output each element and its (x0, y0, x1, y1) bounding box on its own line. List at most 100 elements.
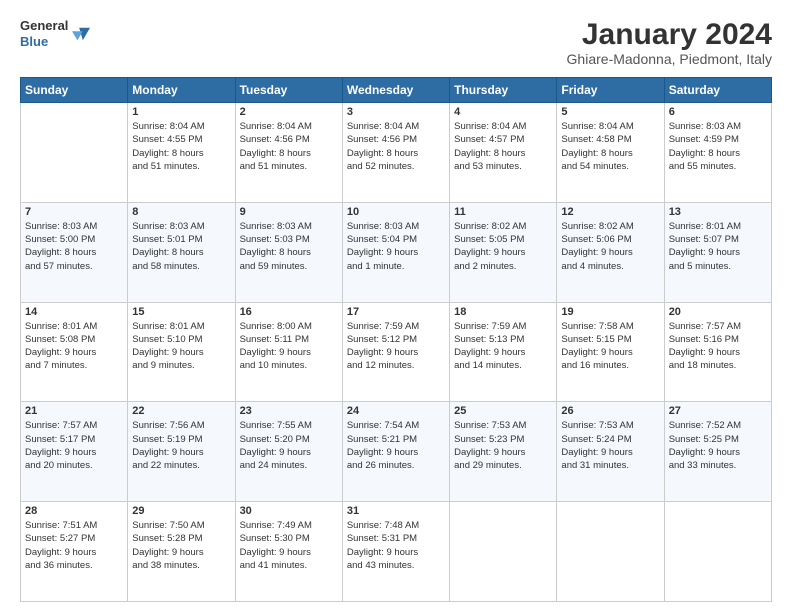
day-info: Sunrise: 8:00 AM Sunset: 5:11 PM Dayligh… (240, 320, 338, 373)
calendar-cell: 12Sunrise: 8:02 AM Sunset: 5:06 PM Dayli… (557, 202, 664, 302)
day-info: Sunrise: 8:03 AM Sunset: 5:03 PM Dayligh… (240, 220, 338, 273)
day-info: Sunrise: 8:03 AM Sunset: 5:04 PM Dayligh… (347, 220, 445, 273)
calendar-week-4: 21 Sunrise: 7:57 AM Sunset: 5:17 PM Dayli… (21, 402, 772, 502)
day-info: Sunrise: 8:03 AM Sunset: 4:59 PM Dayligh… (669, 120, 767, 173)
day-info: Sunrise: 8:03 AM Sunset: 5:00 PM Dayligh… (25, 220, 123, 273)
day-number: 6 (669, 106, 767, 118)
day-number: 13 (669, 206, 767, 218)
day-number: 27 (669, 405, 767, 417)
calendar-cell (21, 103, 128, 203)
day-number: 3 (347, 106, 445, 118)
day-info: Sunrise: 8:04 AM Sunset: 4:56 PM Dayligh… (347, 120, 445, 173)
calendar-cell: 24Sunrise: 7:54 AM Sunset: 5:21 PM Dayli… (342, 402, 449, 502)
day-info: Sunrise: 7:59 AM Sunset: 5:13 PM Dayligh… (454, 320, 552, 373)
day-number: 2 (240, 106, 338, 118)
calendar-header-saturday: Saturday (664, 78, 771, 103)
day-info: Sunrise: 8:04 AM Sunset: 4:55 PM Dayligh… (132, 120, 230, 173)
day-number: 1 (132, 106, 230, 118)
day-info: Sunrise: 7:51 AM Sunset: 5:27 PM Dayligh… (25, 519, 123, 572)
calendar-cell: 10 Sunrise: 8:03 AM Sunset: 5:04 PM Dayli… (342, 202, 449, 302)
calendar-cell: 1 Sunrise: 8:04 AM Sunset: 4:55 PM Daylig… (128, 103, 235, 203)
logo-icon (72, 25, 90, 43)
calendar-cell: 22 Sunrise: 7:56 AM Sunset: 5:19 PM Dayli… (128, 402, 235, 502)
day-number: 31 (347, 505, 445, 517)
day-number: 23 (240, 405, 338, 417)
day-info: Sunrise: 7:53 AM Sunset: 5:24 PM Dayligh… (561, 419, 659, 472)
calendar-header-sunday: Sunday (21, 78, 128, 103)
calendar-cell: 27 Sunrise: 7:52 AM Sunset: 5:25 PM Dayli… (664, 402, 771, 502)
calendar-cell: 11 Sunrise: 8:02 AM Sunset: 5:05 PM Dayli… (450, 202, 557, 302)
day-info: Sunrise: 8:02 AM Sunset: 5:05 PM Dayligh… (454, 220, 552, 273)
calendar-cell: 9 Sunrise: 8:03 AM Sunset: 5:03 PM Daylig… (235, 202, 342, 302)
header: General Blue January 2024 Ghiare-Madonna… (20, 18, 772, 67)
day-number: 20 (669, 306, 767, 318)
calendar-cell: 19 Sunrise: 7:58 AM Sunset: 5:15 PM Dayli… (557, 302, 664, 402)
calendar-week-3: 14 Sunrise: 8:01 AM Sunset: 5:08 PM Dayli… (21, 302, 772, 402)
day-info: Sunrise: 8:04 AM Sunset: 4:57 PM Dayligh… (454, 120, 552, 173)
day-info: Sunrise: 8:03 AM Sunset: 5:01 PM Dayligh… (132, 220, 230, 273)
day-info: Sunrise: 7:56 AM Sunset: 5:19 PM Dayligh… (132, 419, 230, 472)
day-info: Sunrise: 7:49 AM Sunset: 5:30 PM Dayligh… (240, 519, 338, 572)
calendar-header-row: SundayMondayTuesdayWednesdayThursdayFrid… (21, 78, 772, 103)
calendar-cell: 6 Sunrise: 8:03 AM Sunset: 4:59 PM Daylig… (664, 103, 771, 203)
day-info: Sunrise: 7:55 AM Sunset: 5:20 PM Dayligh… (240, 419, 338, 472)
calendar-week-1: 1 Sunrise: 8:04 AM Sunset: 4:55 PM Daylig… (21, 103, 772, 203)
day-number: 18 (454, 306, 552, 318)
day-number: 16 (240, 306, 338, 318)
day-info: Sunrise: 8:04 AM Sunset: 4:56 PM Dayligh… (240, 120, 338, 173)
calendar-header-friday: Friday (557, 78, 664, 103)
calendar-header-tuesday: Tuesday (235, 78, 342, 103)
calendar-cell: 2 Sunrise: 8:04 AM Sunset: 4:56 PM Daylig… (235, 103, 342, 203)
logo-line1: General (20, 18, 68, 34)
calendar-cell: 4 Sunrise: 8:04 AM Sunset: 4:57 PM Daylig… (450, 103, 557, 203)
logo: General Blue (20, 18, 90, 49)
day-number: 22 (132, 405, 230, 417)
calendar-cell (450, 502, 557, 602)
calendar-cell: 3 Sunrise: 8:04 AM Sunset: 4:56 PM Daylig… (342, 103, 449, 203)
day-number: 24 (347, 405, 445, 417)
calendar-cell: 18 Sunrise: 7:59 AM Sunset: 5:13 PM Dayli… (450, 302, 557, 402)
day-number: 4 (454, 106, 552, 118)
day-info: Sunrise: 7:57 AM Sunset: 5:16 PM Dayligh… (669, 320, 767, 373)
day-number: 7 (25, 206, 123, 218)
calendar-header-wednesday: Wednesday (342, 78, 449, 103)
title-block: January 2024 Ghiare-Madonna, Piedmont, I… (567, 18, 772, 67)
day-info: Sunrise: 8:01 AM Sunset: 5:08 PM Dayligh… (25, 320, 123, 373)
day-info: Sunrise: 7:50 AM Sunset: 5:28 PM Dayligh… (132, 519, 230, 572)
day-info: Sunrise: 7:57 AM Sunset: 5:17 PM Dayligh… (25, 419, 123, 472)
day-number: 21 (25, 405, 123, 417)
calendar-cell: 29Sunrise: 7:50 AM Sunset: 5:28 PM Dayli… (128, 502, 235, 602)
day-info: Sunrise: 8:04 AM Sunset: 4:58 PM Dayligh… (561, 120, 659, 173)
day-number: 14 (25, 306, 123, 318)
day-number: 30 (240, 505, 338, 517)
day-number: 9 (240, 206, 338, 218)
location: Ghiare-Madonna, Piedmont, Italy (567, 51, 772, 67)
month-title: January 2024 (567, 18, 772, 51)
day-info: Sunrise: 7:58 AM Sunset: 5:15 PM Dayligh… (561, 320, 659, 373)
calendar-cell: 31Sunrise: 7:48 AM Sunset: 5:31 PM Dayli… (342, 502, 449, 602)
day-number: 17 (347, 306, 445, 318)
calendar-cell: 17Sunrise: 7:59 AM Sunset: 5:12 PM Dayli… (342, 302, 449, 402)
calendar-table: SundayMondayTuesdayWednesdayThursdayFrid… (20, 77, 772, 602)
day-info: Sunrise: 8:01 AM Sunset: 5:10 PM Dayligh… (132, 320, 230, 373)
calendar-cell: 13 Sunrise: 8:01 AM Sunset: 5:07 PM Dayli… (664, 202, 771, 302)
calendar-cell: 14 Sunrise: 8:01 AM Sunset: 5:08 PM Dayli… (21, 302, 128, 402)
day-number: 28 (25, 505, 123, 517)
day-info: Sunrise: 8:01 AM Sunset: 5:07 PM Dayligh… (669, 220, 767, 273)
day-number: 11 (454, 206, 552, 218)
day-info: Sunrise: 7:52 AM Sunset: 5:25 PM Dayligh… (669, 419, 767, 472)
day-number: 10 (347, 206, 445, 218)
calendar-cell: 15 Sunrise: 8:01 AM Sunset: 5:10 PM Dayli… (128, 302, 235, 402)
logo-line2: Blue (20, 34, 68, 50)
calendar-cell: 30 Sunrise: 7:49 AM Sunset: 5:30 PM Dayli… (235, 502, 342, 602)
calendar-header-thursday: Thursday (450, 78, 557, 103)
day-number: 19 (561, 306, 659, 318)
day-number: 5 (561, 106, 659, 118)
calendar-cell: 7 Sunrise: 8:03 AM Sunset: 5:00 PM Daylig… (21, 202, 128, 302)
day-number: 15 (132, 306, 230, 318)
calendar-cell: 23 Sunrise: 7:55 AM Sunset: 5:20 PM Dayli… (235, 402, 342, 502)
calendar-cell: 16 Sunrise: 8:00 AM Sunset: 5:11 PM Dayli… (235, 302, 342, 402)
calendar-cell: 8Sunrise: 8:03 AM Sunset: 5:01 PM Daylig… (128, 202, 235, 302)
calendar-cell (557, 502, 664, 602)
day-number: 25 (454, 405, 552, 417)
